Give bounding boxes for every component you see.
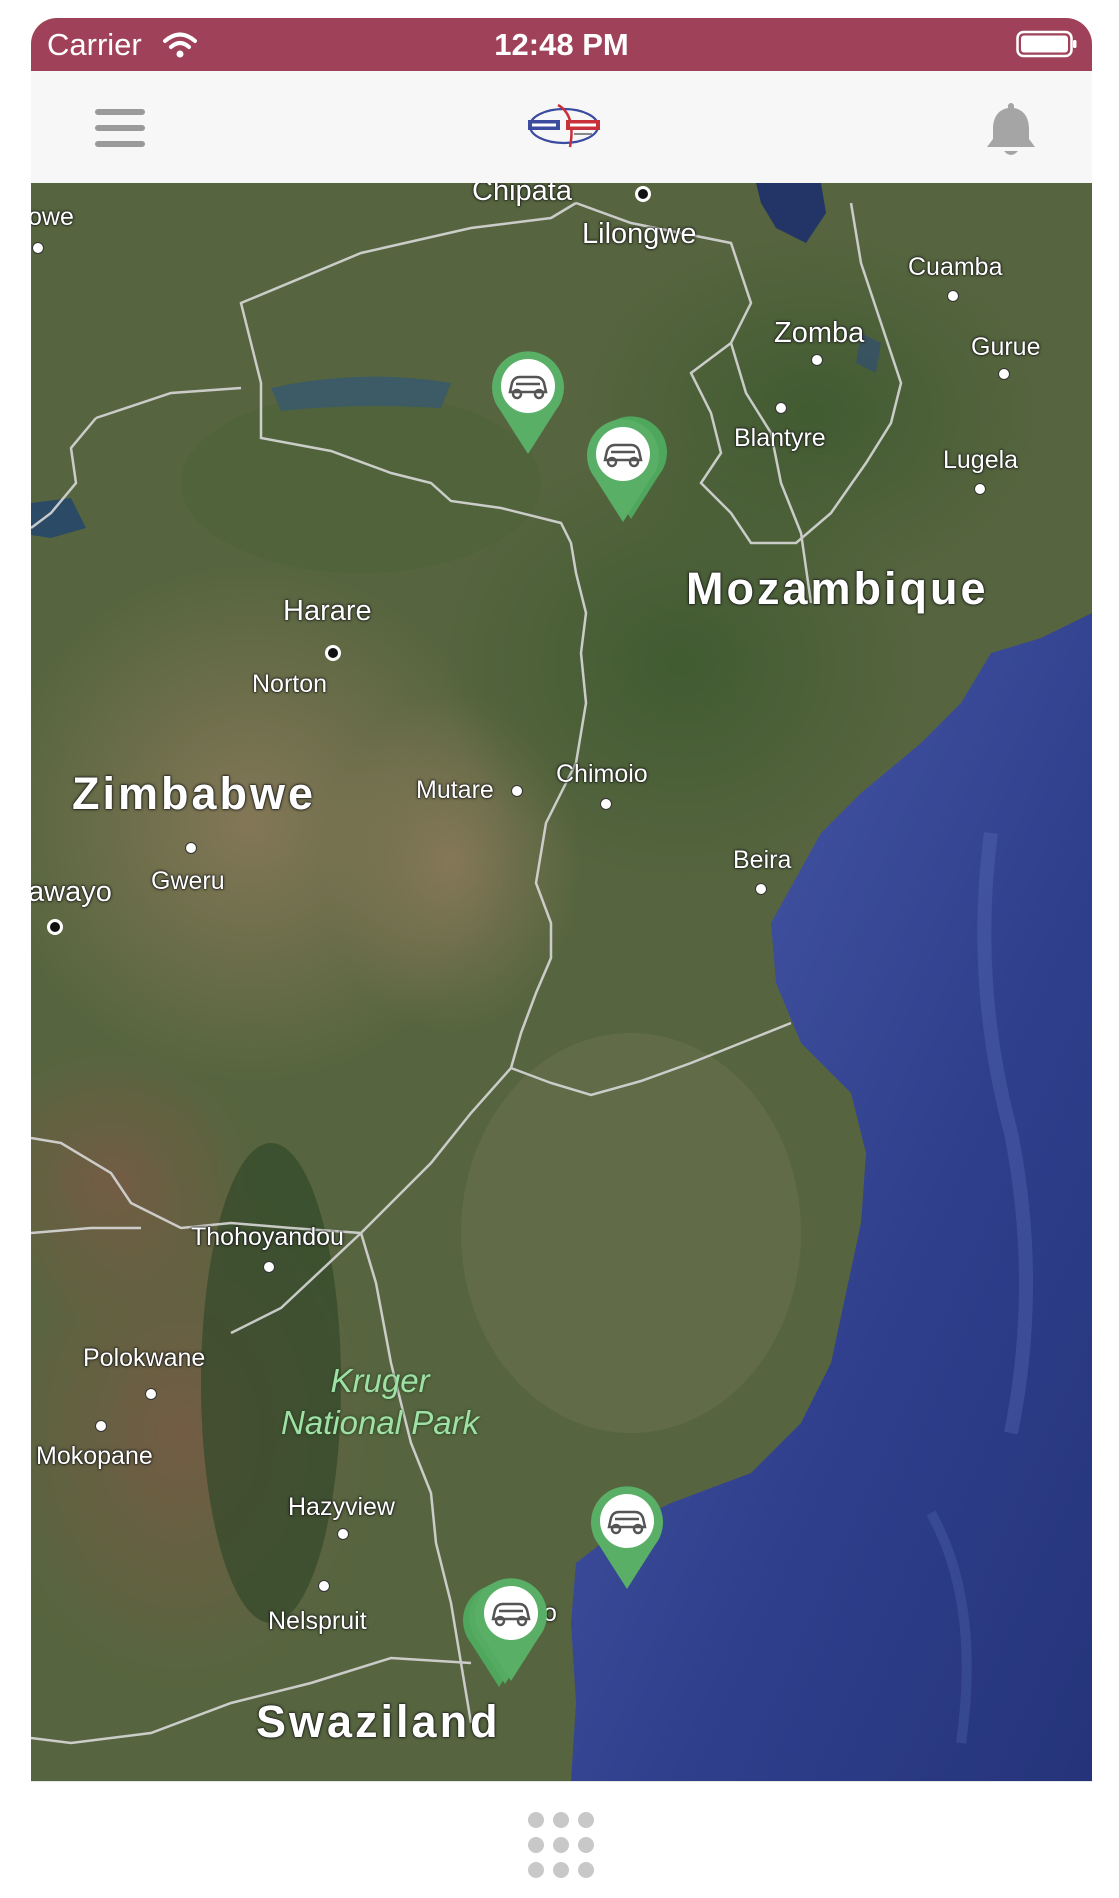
- city-dot-lilongwe: [635, 186, 651, 202]
- grid-dots-icon[interactable]: [528, 1812, 594, 1878]
- city-label-nelspruit: Nelspruit: [268, 1607, 367, 1635]
- city-label-cuamba: Cuamba: [908, 253, 1003, 281]
- city-label-harare: Harare: [283, 595, 372, 627]
- city-dot-gurue: [998, 368, 1010, 380]
- city-dot-awayo: [47, 919, 63, 935]
- city-dot-thohoyandou: [263, 1261, 275, 1273]
- city-label-polokwane: Polokwane: [83, 1344, 206, 1372]
- city-label-blantyre: Blantyre: [734, 424, 826, 452]
- city-label-zomba: Zomba: [774, 317, 865, 349]
- country-label-zimbabwe: Zimbabwe: [72, 768, 317, 819]
- vehicle-marker[interactable]: [488, 348, 568, 456]
- bell-icon[interactable]: [981, 99, 1041, 161]
- city-dot-blantyre: [775, 402, 787, 414]
- app-screen: Carrier 12:48 PM Chipata Lilongwe owe Cu…: [31, 18, 1092, 1898]
- city-label-hazyview: Hazyview: [288, 1493, 395, 1521]
- battery-icon: [1016, 30, 1077, 58]
- city-label-owe: owe: [31, 203, 74, 231]
- city-label-norton: Norton: [252, 670, 328, 698]
- city-label-awayo: awayo: [31, 876, 112, 908]
- status-bar: Carrier 12:48 PM: [31, 18, 1092, 71]
- city-dot-lugela: [974, 483, 986, 495]
- city-label-mutare: Mutare: [416, 776, 494, 804]
- city-label-gurue: Gurue: [971, 333, 1041, 361]
- city-label-lilongwe: Lilongwe: [582, 218, 697, 250]
- vehicle-marker[interactable]: [471, 1575, 551, 1683]
- country-label-mozambique: Mozambique: [686, 563, 989, 614]
- city-label-lugela: Lugela: [943, 446, 1019, 474]
- city-dot-hazyview: [337, 1528, 349, 1540]
- city-label-chimoio: Chimoio: [556, 760, 648, 788]
- vehicle-marker[interactable]: [587, 1483, 667, 1591]
- city-label-gweru: Gweru: [151, 867, 225, 895]
- bottom-bar: [31, 1781, 1092, 1898]
- city-dot-chimoio: [600, 798, 612, 810]
- country-label-swaziland: Swaziland: [256, 1696, 501, 1747]
- city-dot-harare: [325, 645, 341, 661]
- park-label-kruger: Kruger National Park: [281, 1360, 479, 1444]
- navigation-bar: [31, 71, 1092, 184]
- city-label-chipata: Chipata: [472, 183, 572, 207]
- hamburger-menu-icon[interactable]: [95, 109, 145, 147]
- city-dot-polokwane: [145, 1388, 157, 1400]
- city-dot-nelspruit: [318, 1580, 330, 1592]
- fleet-track-logo: [528, 103, 600, 148]
- city-dot-cuamba: [947, 290, 959, 302]
- city-dot-mutare: [511, 785, 523, 797]
- city-label-mokopane: Mokopane: [36, 1442, 153, 1470]
- status-time: 12:48 PM: [494, 27, 629, 62]
- park-label-line-2: National Park: [281, 1404, 480, 1441]
- map-view[interactable]: Chipata Lilongwe owe Cuamba Zomba Gurue …: [31, 183, 1092, 1781]
- city-label-thohoyandou: Thohoyandou: [191, 1223, 344, 1251]
- city-dot-beira: [755, 883, 767, 895]
- park-label-line-1: Kruger: [330, 1362, 430, 1399]
- city-dot-owe: [32, 242, 44, 254]
- city-dot-zomba: [811, 354, 823, 366]
- vehicle-marker[interactable]: [583, 416, 663, 524]
- city-dot-gweru: [185, 842, 197, 854]
- city-dot-mokopane: [95, 1420, 107, 1432]
- city-label-beira: Beira: [733, 846, 792, 874]
